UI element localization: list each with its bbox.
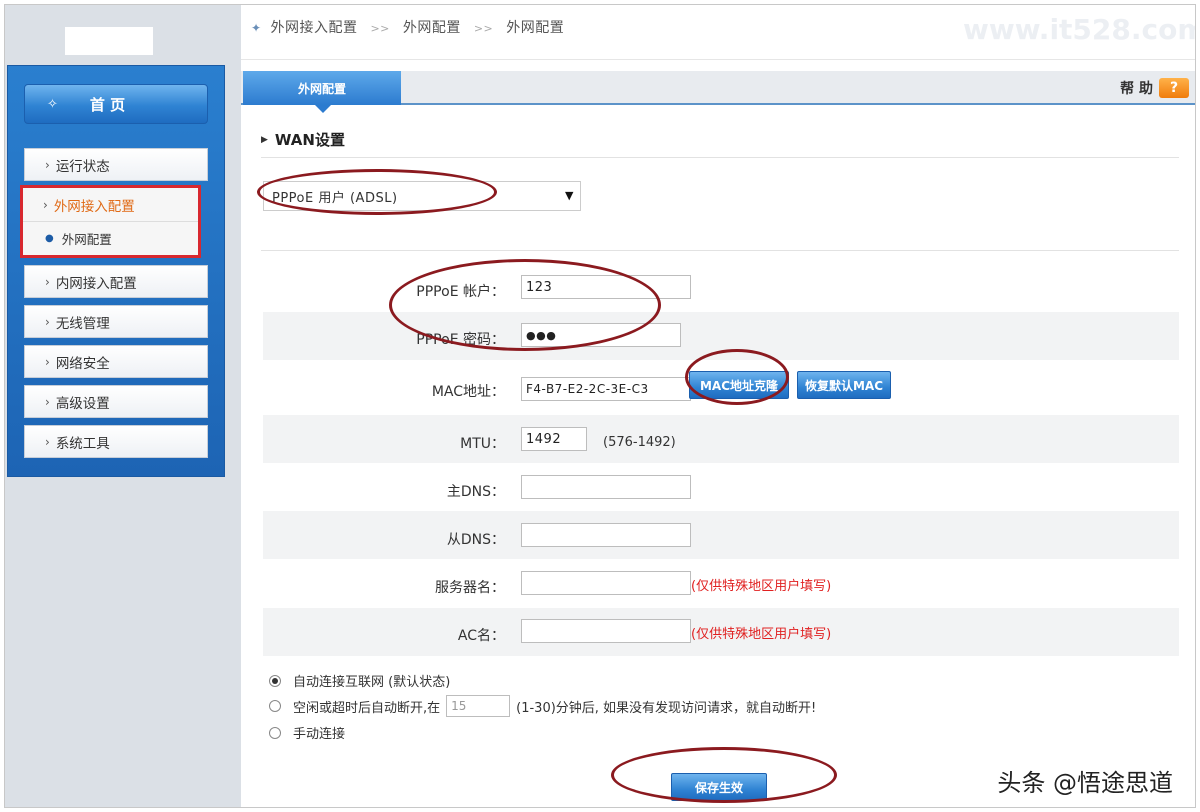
caret-down-icon: ▼ (565, 189, 574, 202)
primary-dns-input[interactable] (521, 475, 691, 499)
sparkle-icon: ✦ (251, 21, 262, 35)
tab-label: 外网配置 (297, 81, 346, 96)
manual-connect-option[interactable]: 手动连接 (269, 723, 345, 742)
tab-pointer (315, 105, 331, 113)
breadcrumb-separator: >> (370, 22, 390, 35)
auto-connect-option[interactable]: 自动连接互联网 (默认状态) (269, 671, 450, 690)
watermark: www.it528.com (963, 13, 1196, 46)
breadcrumb-item[interactable]: 外网配置 (403, 20, 461, 36)
home-button[interactable]: ✧ 首 页 (24, 84, 208, 124)
sidebar-item-label: 网络安全 (55, 355, 110, 372)
sidebar-item-wan-access[interactable]: › 外网接入配置 (23, 188, 198, 221)
ac-name-label: AC名： (457, 628, 505, 644)
sidebar-item-system-tools[interactable]: › 系统工具 (24, 425, 208, 458)
breadcrumb-separator: >> (473, 22, 494, 35)
ac-name-input[interactable] (521, 619, 691, 643)
sidebar-item-label: 外网接入配置 (53, 198, 135, 215)
section-title-text: WAN设置 (274, 131, 345, 149)
sidebar-item-run-status[interactable]: › 运行状态 (24, 148, 208, 181)
sidebar-item-advanced[interactable]: › 高级设置 (24, 385, 208, 418)
bullet-icon: ● (45, 233, 54, 244)
signature: 头条 @悟途思道 (997, 769, 1173, 797)
tab-wan-config[interactable]: 外网配置 (243, 71, 401, 113)
primary-dns-label: 主DNS： (446, 484, 505, 500)
mtu-input[interactable]: 1492 (521, 427, 587, 451)
mtu-range: (576-1492) (603, 435, 676, 450)
radio-idle-disconnect[interactable] (269, 700, 281, 712)
section-title: ▶ WAN设置 (261, 129, 345, 150)
chevron-right-icon: › (45, 394, 50, 409)
divider (261, 157, 1179, 158)
sidebar-item-label: 内网接入配置 (55, 275, 137, 292)
chevron-right-icon: › (45, 314, 50, 329)
manual-connect-label: 手动连接 (293, 727, 346, 742)
chevron-right-icon: › (45, 434, 50, 449)
divider (261, 250, 1179, 251)
radio-auto-connect[interactable] (269, 674, 281, 687)
server-name-input[interactable] (521, 571, 691, 595)
help-button[interactable]: 帮 助 ? (1120, 78, 1189, 98)
help-label: 帮 助 (1120, 81, 1153, 97)
help-icon: ? (1159, 78, 1189, 98)
sidebar-item-label: 运行状态 (55, 158, 110, 175)
sidebar-item-label: 无线管理 (55, 315, 110, 332)
pppoe-account-input[interactable]: 123 (521, 275, 691, 299)
mac-label: MAC地址： (431, 384, 505, 400)
restore-default-mac-button[interactable]: 恢复默认MAC (797, 371, 891, 399)
sidebar-subitem-wan-config[interactable]: ● 外网配置 (23, 221, 198, 255)
secondary-dns-label: 从DNS： (446, 532, 505, 548)
idle-disconnect-option[interactable]: 空闲或超时后自动断开,在 15 (1-30)分钟后, 如果没有发现访问请求，就自… (269, 695, 816, 717)
save-button[interactable]: 保存生效 (671, 773, 767, 801)
chevron-right-icon: › (43, 197, 48, 212)
sidebar-group-wan: › 外网接入配置 ● 外网配置 (20, 185, 201, 258)
server-name-hint: (仅供特殊地区用户填写) (691, 579, 832, 594)
mac-input[interactable]: F4-B7-E2-2C-3E-C3 (521, 377, 691, 401)
sidebar-item-security[interactable]: › 网络安全 (24, 345, 208, 378)
chevron-right-icon: › (45, 354, 50, 369)
breadcrumb: ✦ 外网接入配置 >> 外网配置 >> 外网配置 (251, 17, 564, 37)
secondary-dns-input[interactable] (521, 523, 691, 547)
sidebar-item-lan-access[interactable]: › 内网接入配置 (24, 265, 208, 298)
auto-connect-label: 自动连接互联网 (默认状态) (293, 675, 451, 690)
triangle-right-icon: ▶ (261, 134, 268, 145)
form-row-bg (263, 511, 1179, 559)
chevron-right-icon: › (45, 274, 50, 289)
connection-type-select[interactable]: PPPoE 用户 (ADSL) ▼ (263, 181, 581, 211)
home-icon: ✧ (47, 96, 58, 112)
form-row-bg (263, 415, 1179, 463)
ac-name-hint: (仅供特殊地区用户填写) (691, 627, 832, 642)
sidebar-item-label: 系统工具 (55, 435, 110, 452)
connection-type-value: PPPoE 用户 (ADSL) (272, 190, 398, 206)
chevron-right-icon: › (45, 157, 50, 172)
idle-prefix-label: 空闲或超时后自动断开,在 (293, 700, 441, 716)
sidebar-item-wireless[interactable]: › 无线管理 (24, 305, 208, 338)
tab-bar: 外网配置 帮 助 ? (241, 71, 1195, 113)
form-row-bg (263, 312, 1179, 360)
sidebar: ✧ 首 页 › 运行状态 › 外网接入配置 ● 外网配置 › 内网接入配置 › … (5, 5, 241, 807)
pppoe-account-label: PPPoE 帐户： (416, 284, 505, 300)
page-frame: ✧ 首 页 › 运行状态 › 外网接入配置 ● 外网配置 › 内网接入配置 › … (4, 4, 1196, 808)
divider (241, 59, 1195, 60)
mac-clone-button[interactable]: MAC地址克隆 (689, 371, 789, 399)
nav-list: › 运行状态 › 外网接入配置 ● 外网配置 › 内网接入配置 › 无线管理 ›… (20, 148, 208, 465)
pppoe-password-input[interactable]: ●●● (521, 323, 681, 347)
idle-suffix-label: (1-30)分钟后, 如果没有发现访问请求，就自动断开! (516, 700, 817, 716)
breadcrumb-item: 外网配置 (506, 20, 565, 36)
mtu-label: MTU： (460, 436, 505, 452)
nav-panel: ✧ 首 页 › 运行状态 › 外网接入配置 ● 外网配置 › 内网接入配置 › … (7, 65, 225, 477)
sidebar-item-label: 高级设置 (55, 395, 110, 412)
home-label: 首 页 (89, 95, 126, 114)
sidebar-item-label: 外网配置 (61, 232, 112, 247)
pppoe-password-label: PPPoE 密码： (416, 332, 505, 348)
radio-manual-connect[interactable] (269, 726, 281, 739)
breadcrumb-item[interactable]: 外网接入配置 (271, 20, 358, 36)
logo (65, 27, 153, 55)
idle-minutes-input[interactable]: 15 (446, 695, 511, 717)
server-name-label: 服务器名： (435, 580, 505, 596)
